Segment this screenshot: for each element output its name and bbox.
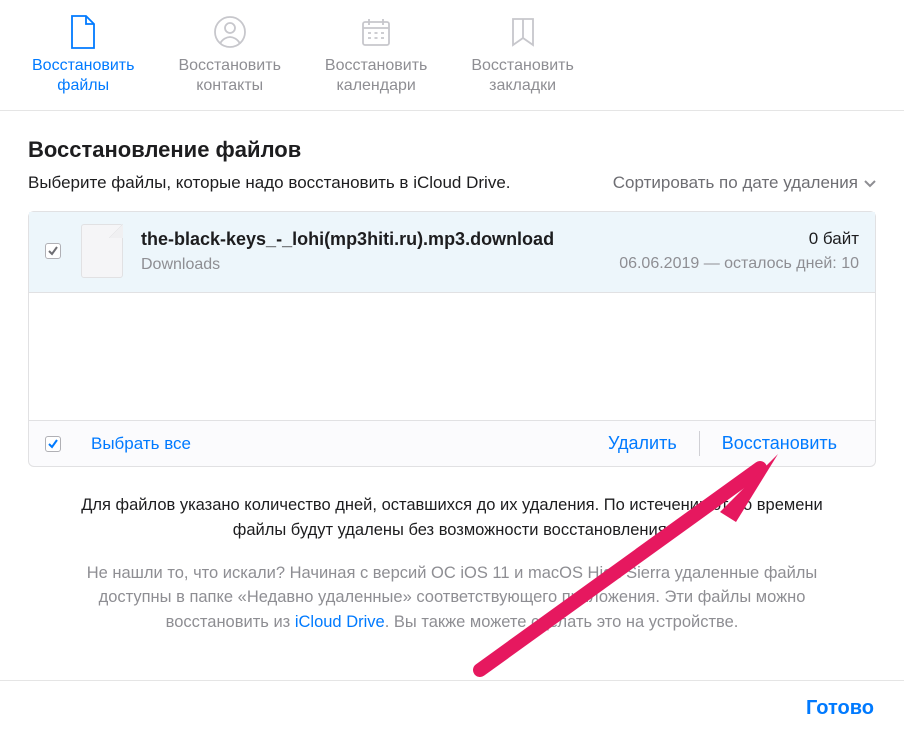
page-title: Восстановление файлов bbox=[28, 137, 876, 163]
bookmark-icon bbox=[503, 12, 543, 52]
generic-file-icon bbox=[81, 224, 123, 278]
file-size: 0 байт bbox=[619, 229, 859, 249]
sort-label: Сортировать по дате удаления bbox=[613, 173, 858, 193]
main-content: Восстановление файлов Выберите файлы, ко… bbox=[0, 111, 904, 635]
person-icon bbox=[210, 12, 250, 52]
file-row[interactable]: the-black-keys_-_lohi(mp3hiti.ru).mp3.do… bbox=[29, 212, 875, 293]
subheader: Выберите файлы, которые надо восстановит… bbox=[28, 173, 876, 193]
file-list: the-black-keys_-_lohi(mp3hiti.ru).mp3.do… bbox=[28, 211, 876, 421]
delete-button[interactable]: Удалить bbox=[586, 431, 699, 456]
tab-restore-contacts[interactable]: Восстановить контакты bbox=[156, 0, 302, 110]
select-all-button[interactable]: Выбрать все bbox=[45, 434, 191, 454]
info-primary: Для файлов указано количество дней, оста… bbox=[68, 493, 836, 543]
calendar-icon bbox=[356, 12, 396, 52]
select-all-checkbox[interactable] bbox=[45, 436, 61, 452]
info-text: Для файлов указано количество дней, оста… bbox=[28, 467, 876, 635]
file-checkbox[interactable] bbox=[45, 243, 61, 259]
file-name: the-black-keys_-_lohi(mp3hiti.ru).mp3.do… bbox=[141, 229, 607, 250]
footer: Готово bbox=[0, 680, 904, 736]
tab-restore-bookmarks[interactable]: Восстановить закладки bbox=[449, 0, 595, 110]
restore-button[interactable]: Восстановить bbox=[699, 431, 859, 456]
instructions-text: Выберите файлы, которые надо восстановит… bbox=[28, 173, 511, 193]
file-location: Downloads bbox=[141, 256, 607, 274]
tab-label: Восстановить файлы bbox=[32, 56, 134, 96]
tab-label: Восстановить контакты bbox=[178, 56, 280, 96]
file-info-right: 0 байт 06.06.2019 — осталось дней: 10 bbox=[619, 229, 859, 273]
icloud-drive-link[interactable]: iCloud Drive bbox=[295, 613, 385, 631]
tab-label: Восстановить календари bbox=[325, 56, 427, 96]
file-meta: the-black-keys_-_lohi(mp3hiti.ru).mp3.do… bbox=[141, 229, 607, 274]
tab-label: Восстановить закладки bbox=[471, 56, 573, 96]
info-secondary: Не нашли то, что искали? Начиная с верси… bbox=[68, 561, 836, 635]
tab-restore-files[interactable]: Восстановить файлы bbox=[10, 0, 156, 110]
document-icon bbox=[63, 12, 103, 52]
tab-restore-calendars[interactable]: Восстановить календари bbox=[303, 0, 449, 110]
file-deleted-info: 06.06.2019 — осталось дней: 10 bbox=[619, 255, 859, 273]
tab-bar: Восстановить файлы Восстановить контакты… bbox=[0, 0, 904, 111]
chevron-down-icon bbox=[864, 173, 876, 193]
done-button[interactable]: Готово bbox=[806, 697, 874, 720]
action-toolbar: Выбрать все Удалить Восстановить bbox=[28, 421, 876, 467]
select-all-label: Выбрать все bbox=[91, 434, 191, 454]
sort-dropdown[interactable]: Сортировать по дате удаления bbox=[613, 173, 876, 193]
